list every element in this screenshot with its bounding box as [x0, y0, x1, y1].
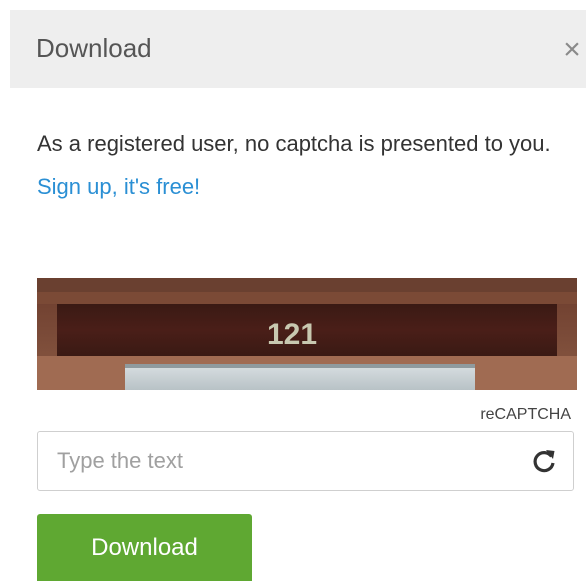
- recaptcha-brand: reCAPTCHA: [480, 406, 571, 423]
- captcha-digits: 121: [267, 318, 317, 351]
- captcha-input[interactable]: [38, 432, 508, 490]
- dialog-title: Download: [36, 33, 152, 63]
- download-dialog: Download × As a registered user, no capt…: [0, 0, 586, 581]
- dialog-header: Download ×: [10, 10, 586, 88]
- download-button[interactable]: Download: [37, 514, 252, 581]
- message-text: As a registered user, no captcha is pres…: [37, 131, 551, 156]
- captcha-input-wrapper: [37, 431, 574, 491]
- captcha-image: 121: [37, 278, 577, 390]
- svg-text:121: 121: [267, 318, 317, 351]
- reload-icon[interactable]: [531, 448, 557, 474]
- registration-message: As a registered user, no captcha is pres…: [37, 122, 557, 208]
- sign-up-link[interactable]: Sign up, it's free!: [37, 174, 200, 199]
- close-icon[interactable]: ×: [560, 35, 584, 65]
